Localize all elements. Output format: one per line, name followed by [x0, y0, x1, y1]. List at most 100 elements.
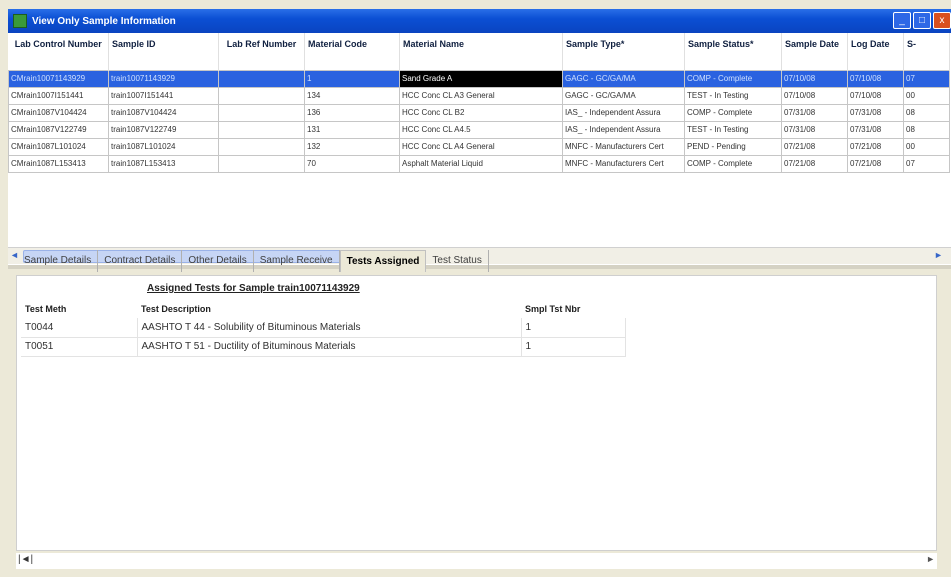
test-cell[interactable]: AASHTO T 51 - Ductility of Bituminous Ma… — [137, 337, 522, 357]
tab-other-details[interactable]: Other Details — [182, 250, 254, 272]
table-cell[interactable]: 70 — [304, 154, 400, 173]
table-cell[interactable]: 00 — [903, 137, 950, 156]
test-row[interactable]: T0044 AASHTO T 44 - Solubility of Bitumin… — [21, 318, 626, 338]
table-cell[interactable]: Sand Grade A — [399, 69, 563, 88]
table-row[interactable]: CMrain1087L101024 train1087L101024 132 HCC … — [8, 137, 950, 156]
grid-column-header[interactable]: Sample ID — [108, 33, 219, 70]
test-cell[interactable]: AASHTO T 44 - Solubility of Bituminous M… — [137, 318, 522, 338]
panel-title: Assigned Tests for Sample train100711439… — [147, 283, 360, 294]
table-cell[interactable]: CMrain1087L101024 — [8, 137, 109, 156]
test-row[interactable]: T0051 AASHTO T 51 - Ductility of Bitumino… — [21, 337, 626, 357]
table-row[interactable]: CMrain1087V104424 train1087V104424 136 HCC … — [8, 103, 950, 122]
table-cell[interactable]: train1087L153413 — [108, 154, 219, 173]
table-cell[interactable]: HCC Conc CL A4.5 — [399, 120, 563, 139]
table-row[interactable]: CMrain1087V122749 train1087V122749 131 HCC … — [8, 120, 950, 139]
grid-column-header[interactable]: S- — [903, 33, 950, 70]
table-cell[interactable]: 07 — [903, 154, 950, 173]
grid-column-header[interactable]: Sample Date — [781, 33, 848, 70]
table-cell[interactable]: 07/31/08 — [847, 103, 904, 122]
tab-contract-details[interactable]: Contract Details — [98, 250, 183, 272]
table-cell[interactable]: GAGC - GC/GA/MA — [562, 69, 685, 88]
table-row[interactable]: CMrain1087L153413 train1087L153413 70 Aspha… — [8, 154, 950, 173]
close-button[interactable]: x — [933, 12, 951, 29]
table-cell[interactable]: 07/21/08 — [847, 137, 904, 156]
table-cell[interactable]: CMrain10071143929 — [8, 69, 109, 88]
minimize-button[interactable]: _ — [893, 12, 911, 29]
table-cell[interactable]: train1087V122749 — [108, 120, 219, 139]
scroll-first-icon[interactable]: |◄| — [18, 554, 33, 565]
table-cell[interactable] — [218, 86, 305, 105]
table-cell[interactable] — [218, 103, 305, 122]
table-cell[interactable]: 136 — [304, 103, 400, 122]
table-cell[interactable]: train1007I151441 — [108, 86, 219, 105]
test-cell[interactable]: 1 — [521, 318, 626, 338]
tab-tests-assigned[interactable]: Tests Assigned — [339, 250, 427, 272]
grid-column-header[interactable]: Material Name — [399, 33, 563, 70]
table-cell[interactable]: CMrain1087L153413 — [8, 154, 109, 173]
table-cell[interactable]: 08 — [903, 103, 950, 122]
table-cell[interactable]: train1087V104424 — [108, 103, 219, 122]
table-cell[interactable]: 07 — [903, 69, 950, 88]
table-cell[interactable]: 131 — [304, 120, 400, 139]
table-cell[interactable] — [218, 69, 305, 88]
table-cell[interactable]: HCC Conc CL A4 General — [399, 137, 563, 156]
table-cell[interactable]: COMP - Complete — [684, 103, 782, 122]
table-cell[interactable]: CMrain1087V104424 — [8, 103, 109, 122]
table-cell[interactable]: HCC Conc CL A3 General — [399, 86, 563, 105]
grid-column-header[interactable]: Lab Control Number — [8, 33, 109, 70]
tests-column-header[interactable]: Test Meth — [21, 300, 137, 318]
table-cell[interactable]: 07/10/08 — [781, 69, 848, 88]
table-cell[interactable]: 07/10/08 — [847, 69, 904, 88]
table-row[interactable]: CMrain10071143929 train10071143929 1 Sand G… — [8, 69, 950, 88]
table-cell[interactable]: IAS_ - Independent Assura — [562, 103, 685, 122]
table-cell[interactable]: 07/31/08 — [781, 120, 848, 139]
table-cell[interactable]: train10071143929 — [108, 69, 219, 88]
table-cell[interactable]: 07/31/08 — [847, 120, 904, 139]
table-cell[interactable]: 07/21/08 — [781, 154, 848, 173]
tab-sample-details[interactable]: Sample Details — [18, 250, 99, 272]
table-cell[interactable]: 07/21/08 — [781, 137, 848, 156]
grid-column-header[interactable]: Lab Ref Number — [218, 33, 305, 70]
tab-test-status[interactable]: Test Status — [426, 250, 489, 272]
table-cell[interactable]: MNFC - Manufacturers Cert — [562, 137, 685, 156]
test-cell[interactable]: T0051 — [21, 337, 138, 357]
scroll-right-icon[interactable]: ► — [926, 554, 935, 564]
table-cell[interactable]: TEST - In Testing — [684, 120, 782, 139]
table-cell[interactable]: HCC Conc CL B2 — [399, 103, 563, 122]
panel-horizontal-scrollbar[interactable]: |◄| ► — [16, 553, 937, 569]
table-cell[interactable] — [218, 137, 305, 156]
test-cell[interactable]: T0044 — [21, 318, 138, 338]
tests-column-header[interactable]: Smpl Tst Nbr — [521, 300, 625, 318]
table-cell[interactable]: 132 — [304, 137, 400, 156]
table-cell[interactable]: PEND - Pending — [684, 137, 782, 156]
table-cell[interactable]: 07/10/08 — [847, 86, 904, 105]
table-cell[interactable]: 07/31/08 — [781, 103, 848, 122]
table-cell[interactable]: 00 — [903, 86, 950, 105]
grid-column-header[interactable]: Sample Status* — [684, 33, 782, 70]
table-cell[interactable]: Asphalt Material Liquid — [399, 154, 563, 173]
table-cell[interactable]: MNFC - Manufacturers Cert — [562, 154, 685, 173]
table-cell[interactable]: TEST - In Testing — [684, 86, 782, 105]
grid-column-header[interactable]: Log Date — [847, 33, 904, 70]
table-cell[interactable] — [218, 154, 305, 173]
table-cell[interactable]: 1 — [304, 69, 400, 88]
table-cell[interactable]: 07/10/08 — [781, 86, 848, 105]
table-cell[interactable]: train1087L101024 — [108, 137, 219, 156]
table-cell[interactable]: 08 — [903, 120, 950, 139]
table-row[interactable]: CMrain1007I151441 train1007I151441 134 HCC … — [8, 86, 950, 105]
table-cell[interactable]: 07/21/08 — [847, 154, 904, 173]
grid-column-header[interactable]: Sample Type* — [562, 33, 685, 70]
tests-column-header[interactable]: Test Description — [137, 300, 521, 318]
table-cell[interactable]: COMP - Complete — [684, 69, 782, 88]
test-cell[interactable]: 1 — [521, 337, 626, 357]
table-cell[interactable]: CMrain1007I151441 — [8, 86, 109, 105]
maximize-button[interactable]: □ — [913, 12, 931, 29]
tab-sample-receive[interactable]: Sample Receive — [254, 250, 340, 272]
grid-column-header[interactable]: Material Code — [304, 33, 400, 70]
table-cell[interactable] — [218, 120, 305, 139]
table-cell[interactable]: CMrain1087V122749 — [8, 120, 109, 139]
table-cell[interactable]: COMP - Complete — [684, 154, 782, 173]
table-cell[interactable]: GAGC - GC/GA/MA — [562, 86, 685, 105]
table-cell[interactable]: IAS_ - Independent Assura — [562, 120, 685, 139]
table-cell[interactable]: 134 — [304, 86, 400, 105]
